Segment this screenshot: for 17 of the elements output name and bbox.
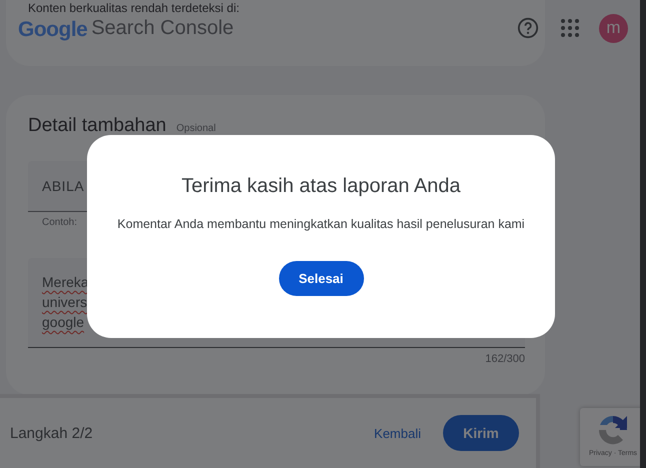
logo[interactable]: Google [18, 19, 88, 41]
report-label: Konten berkualitas rendah terdeteksi di: [28, 2, 240, 15]
character-counter: 162/300 [485, 353, 525, 365]
done-button[interactable]: Selesai [278, 261, 364, 296]
recaptcha-icon [596, 413, 630, 447]
back-link[interactable]: Kembali [374, 422, 421, 444]
apps-icon[interactable] [561, 19, 579, 37]
step-label: Langkah 2/2 [10, 424, 94, 442]
avatar[interactable]: m [599, 14, 628, 42]
section-title: Detail tambahan [28, 115, 166, 137]
submit-button[interactable]: Kirim [443, 415, 519, 451]
dialog-message: Komentar Anda membantu meningkatkan kualitas hasil penelusuran kami [117, 217, 525, 231]
field-hint: Contoh: [42, 217, 78, 228]
dialog-title: Terima kasih atas laporan Anda [181, 175, 461, 198]
optional-label: Opsional [176, 123, 216, 134]
help-icon[interactable] [517, 17, 539, 39]
product-name: Search Console [91, 16, 235, 40]
